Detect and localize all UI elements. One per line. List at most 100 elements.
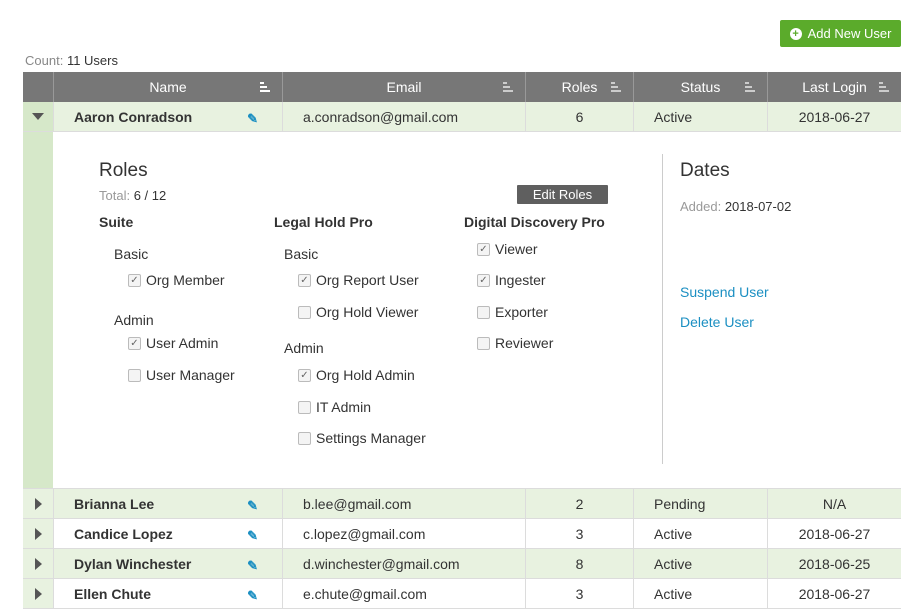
sort-icon[interactable] <box>611 82 621 92</box>
expand-row-toggle[interactable] <box>23 549 53 578</box>
role-label: User Admin <box>146 335 219 351</box>
role-label: Org Report User <box>316 272 419 288</box>
column-header-last-login[interactable]: Last Login <box>767 72 901 102</box>
role-checkbox-user-admin[interactable]: ✓ User Admin <box>128 335 218 351</box>
add-new-user-button[interactable]: + Add New User <box>780 20 901 47</box>
user-last-login: 2018-06-25 <box>767 549 901 578</box>
checkbox-checked-icon: ✓ <box>128 273 141 287</box>
column-header-name[interactable]: Name <box>53 72 282 102</box>
user-email: b.lee@gmail.com <box>282 489 525 518</box>
digital-discovery-pro-group-title: Digital Discovery Pro <box>464 214 605 230</box>
lhp-basic-label: Basic <box>284 246 319 262</box>
role-checkbox-settings-manager[interactable]: Settings Manager <box>298 430 426 446</box>
user-name-cell: Aaron Conradson ✎ <box>53 102 282 131</box>
caret-right-icon <box>34 527 42 540</box>
column-header-label: Roles <box>561 79 598 95</box>
delete-user-link[interactable]: Delete User <box>680 314 754 330</box>
role-checkbox-org-hold-viewer[interactable]: Org Hold Viewer <box>298 304 418 320</box>
role-label: Reviewer <box>495 335 554 351</box>
suspend-user-link[interactable]: Suspend User <box>680 284 769 300</box>
sort-icon[interactable] <box>745 82 755 92</box>
role-checkbox-it-admin[interactable]: IT Admin <box>298 399 371 415</box>
suite-group-title: Suite <box>99 214 134 230</box>
checkbox-checked-icon: ✓ <box>128 336 141 350</box>
expand-row-toggle[interactable] <box>23 579 53 608</box>
added-label: Added: <box>680 199 722 214</box>
role-label: Org Member <box>146 272 225 288</box>
user-name: Brianna Lee <box>74 495 155 512</box>
pencil-edit-icon[interactable]: ✎ <box>247 498 258 514</box>
user-roles-count: 8 <box>525 549 633 578</box>
role-checkbox-viewer[interactable]: ✓ Viewer <box>477 241 538 257</box>
checkbox-unchecked-icon <box>298 431 311 445</box>
table-row-expanded[interactable]: Aaron Conradson ✎ a.conradson@gmail.com … <box>23 102 901 132</box>
legal-hold-pro-group-title: Legal Hold Pro <box>274 214 373 230</box>
user-last-login: 2018-06-27 <box>767 519 901 548</box>
checkbox-checked-icon: ✓ <box>298 368 311 382</box>
column-header-label: Name <box>149 79 187 95</box>
table-header: Name Email Roles Status Last Login <box>23 72 901 102</box>
user-status: Active <box>633 549 767 578</box>
column-header-email[interactable]: Email <box>282 72 525 102</box>
pencil-edit-icon[interactable]: ✎ <box>247 528 258 544</box>
role-checkbox-org-member[interactable]: ✓ Org Member <box>128 272 225 288</box>
checkbox-checked-icon: ✓ <box>298 273 311 287</box>
role-checkbox-user-manager[interactable]: User Manager <box>128 367 235 383</box>
role-label: Ingester <box>495 272 546 288</box>
detail-divider <box>662 154 663 464</box>
checkbox-unchecked-icon <box>477 305 490 319</box>
pencil-edit-icon[interactable]: ✎ <box>247 111 258 127</box>
expand-row-toggle[interactable] <box>23 489 53 518</box>
role-checkbox-ingester[interactable]: ✓ Ingester <box>477 272 546 288</box>
detail-gutter <box>23 132 53 488</box>
role-label: Org Hold Admin <box>316 367 415 383</box>
user-status: Active <box>633 579 767 608</box>
collapse-row-toggle[interactable] <box>23 102 53 131</box>
user-roles-count: 3 <box>525 579 633 608</box>
roles-heading: Roles <box>99 160 148 181</box>
user-roles-count: 2 <box>525 489 633 518</box>
role-checkbox-org-report-user[interactable]: ✓ Org Report User <box>298 272 419 288</box>
edit-roles-button[interactable]: Edit Roles <box>517 185 608 204</box>
column-header-label: Last Login <box>802 79 867 95</box>
checkbox-unchecked-icon <box>298 400 311 414</box>
role-label: Exporter <box>495 304 548 320</box>
user-name: Aaron Conradson <box>74 108 193 125</box>
added-date: Added: 2018-07-02 <box>680 199 791 214</box>
lhp-admin-label: Admin <box>284 340 324 356</box>
sort-icon[interactable] <box>879 82 889 92</box>
sort-icon[interactable] <box>503 82 513 92</box>
role-checkbox-org-hold-admin[interactable]: ✓ Org Hold Admin <box>298 367 415 383</box>
table-row[interactable]: Ellen Chute ✎ e.chute@gmail.com 3 Active… <box>23 579 901 609</box>
user-last-login: N/A <box>767 489 901 518</box>
user-name-cell: Candice Lopez ✎ <box>53 519 282 548</box>
user-name: Ellen Chute <box>74 585 152 602</box>
total-label: Total: <box>99 188 131 203</box>
sort-icon[interactable] <box>260 82 270 92</box>
role-checkbox-exporter[interactable]: Exporter <box>477 304 548 320</box>
suite-admin-label: Admin <box>114 312 154 328</box>
pencil-edit-icon[interactable]: ✎ <box>247 558 258 574</box>
pencil-edit-icon[interactable]: ✎ <box>247 588 258 604</box>
detail-body: Roles Total: 6 / 12 Edit Roles Suite Bas… <box>53 132 901 488</box>
checkbox-unchecked-icon <box>298 305 311 319</box>
user-name-cell: Ellen Chute ✎ <box>53 579 282 608</box>
column-header-roles[interactable]: Roles <box>525 72 633 102</box>
role-label: Viewer <box>495 241 538 257</box>
role-checkbox-reviewer[interactable]: Reviewer <box>477 335 553 351</box>
plus-circle-icon: + <box>789 27 802 40</box>
role-label: Settings Manager <box>316 430 426 446</box>
table-row[interactable]: Brianna Lee ✎ b.lee@gmail.com 2 Pending … <box>23 489 901 519</box>
expand-row-toggle[interactable] <box>23 519 53 548</box>
add-new-user-label: Add New User <box>807 26 892 41</box>
header-expander-cell <box>23 72 53 102</box>
checkbox-unchecked-icon <box>128 368 141 382</box>
user-last-login: 2018-06-27 <box>767 579 901 608</box>
caret-right-icon <box>34 557 42 570</box>
column-header-label: Email <box>386 79 422 95</box>
column-header-status[interactable]: Status <box>633 72 767 102</box>
user-status: Pending <box>633 489 767 518</box>
table-row[interactable]: Candice Lopez ✎ c.lopez@gmail.com 3 Acti… <box>23 519 901 549</box>
added-value: 2018-07-02 <box>724 199 792 214</box>
table-row[interactable]: Dylan Winchester ✎ d.winchester@gmail.co… <box>23 549 901 579</box>
